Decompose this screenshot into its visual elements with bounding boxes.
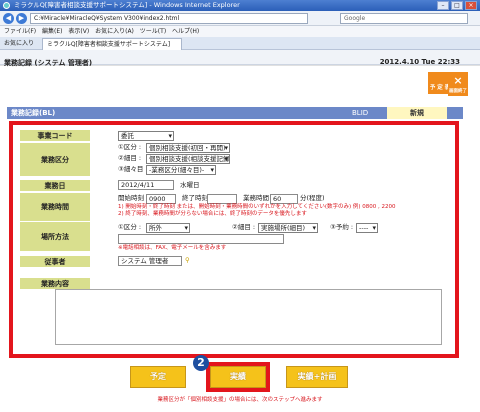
maximize-button[interactable]: □ [451, 1, 463, 10]
business-category-label: 業務区分 [20, 143, 90, 176]
step-number-badge: 2 [193, 355, 209, 371]
staff-label: 従事者 [20, 256, 90, 267]
business-date-label: 業務日 [20, 180, 90, 191]
staff-input[interactable]: システム 管理者 [118, 256, 182, 266]
category-select[interactable]: 個別相談支援(初回・再開) [146, 143, 230, 153]
address-input[interactable]: C:¥Miracle¥MiracleQ¥System V300¥index2.h… [30, 13, 308, 24]
time-note-1: 1) 開始時刻・終了時刻 または、開始時刻・業務時間のいずれかを入力してください… [118, 204, 396, 210]
subdetail-select[interactable]: -業務区分(細々目)- [146, 165, 216, 175]
window-titlebar: ミラクルQ[障害者相談支援サポートシステム] - Windows Interne… [0, 0, 480, 11]
content-textarea[interactable] [55, 289, 442, 345]
page-title: 業務記録 (システム 管理者) [4, 59, 93, 67]
favorites-button[interactable]: お気に入り [4, 39, 34, 48]
place-subdetail-prefix: ③予約 : [330, 223, 354, 231]
detail-select[interactable]: 個別相談支援(相談支援記録) [146, 154, 230, 164]
footer-note: 業務区分が「個別相談支援」の場合には、次のステップへ進みます [157, 397, 323, 403]
duration-input[interactable]: 60 [270, 194, 298, 204]
place-category-select[interactable]: 所外 [146, 223, 190, 233]
current-datetime: 2012.4.10 Tue 22:33 [379, 58, 460, 66]
duration-label: 業務時間 [243, 194, 269, 202]
place-detail-select[interactable]: 実施場所(細目) [258, 223, 318, 233]
blid-label: BLID [352, 109, 369, 117]
window-controls: – □ × [437, 1, 477, 10]
window-title: ミラクルQ[障害者相談支援サポートシステム] - Windows Interne… [14, 1, 240, 9]
status-badge: 新規 [387, 107, 447, 119]
forward-arrow-icon[interactable]: ▶ [16, 13, 27, 24]
section-title: 業務記録(BL) [11, 109, 56, 117]
tab-miracleq[interactable]: ミラクルQ[障害者相談支援サポートシステム] [42, 38, 182, 50]
place-method-label: 場所方法 [20, 222, 90, 251]
place-subdetail-select[interactable]: ---- [356, 223, 378, 233]
content-label: 業務内容 [20, 278, 90, 289]
record-button-highlight [206, 362, 270, 392]
search-input[interactable]: Google [340, 13, 468, 24]
category-prefix: ①区分 : [118, 143, 142, 151]
start-time-label: 開始時刻 [118, 194, 144, 202]
place-category-prefix: ①区分 : [118, 223, 142, 231]
section-header: 業務記録(BL) BLID 新規 [7, 107, 463, 119]
close-window-button[interactable]: × [465, 1, 477, 10]
close-screen-button[interactable]: × 画面終了 [448, 72, 468, 96]
close-x-icon: × [453, 74, 463, 87]
business-code-label: 事業コード [20, 130, 90, 141]
duration-unit: 分(程度) [300, 194, 325, 202]
ie-logo-icon [3, 2, 10, 9]
address-toolbar: ◀ ▶ C:¥Miracle¥MiracleQ¥System V300¥inde… [0, 11, 480, 26]
business-code-select[interactable]: 委託 [118, 131, 174, 141]
place-detail-prefix: ②細目 : [232, 223, 256, 231]
start-time-input[interactable]: 0900 [146, 194, 176, 204]
key-icon[interactable]: ⚲ [185, 256, 190, 265]
tab-bar: お気に入り ミラクルQ[障害者相談支援サポートシステム] [0, 37, 480, 50]
time-note-2: 2) 終了時刻、業務時間が分らない場合には、終了時刻のデータを優先します [118, 211, 307, 217]
schedule-button[interactable]: 予定 [130, 366, 186, 388]
place-free-input[interactable] [118, 234, 284, 244]
end-time-input[interactable] [207, 194, 237, 204]
subdetail-prefix: ③細々目 : [118, 165, 148, 173]
menu-bar[interactable]: ファイル(F) 編集(E) 表示(V) お気に入り(A) ツール(T) ヘルプ(… [0, 26, 480, 37]
weekday-text: 水曜日 [180, 181, 200, 189]
back-arrow-icon[interactable]: ◀ [3, 13, 14, 24]
end-time-label: 終了時刻 [182, 194, 208, 202]
business-time-label: 業務時間 [20, 193, 90, 221]
record-plan-button[interactable]: 実績+計画 [286, 366, 348, 388]
close-screen-label: 画面終了 [449, 89, 467, 94]
minimize-button[interactable]: – [437, 1, 449, 10]
business-date-input[interactable]: 2012/4/11 [118, 180, 174, 190]
place-note: ※電話相談は、FAX、電子メールを含みます [118, 245, 227, 251]
detail-prefix: ②細目 : [118, 154, 142, 162]
